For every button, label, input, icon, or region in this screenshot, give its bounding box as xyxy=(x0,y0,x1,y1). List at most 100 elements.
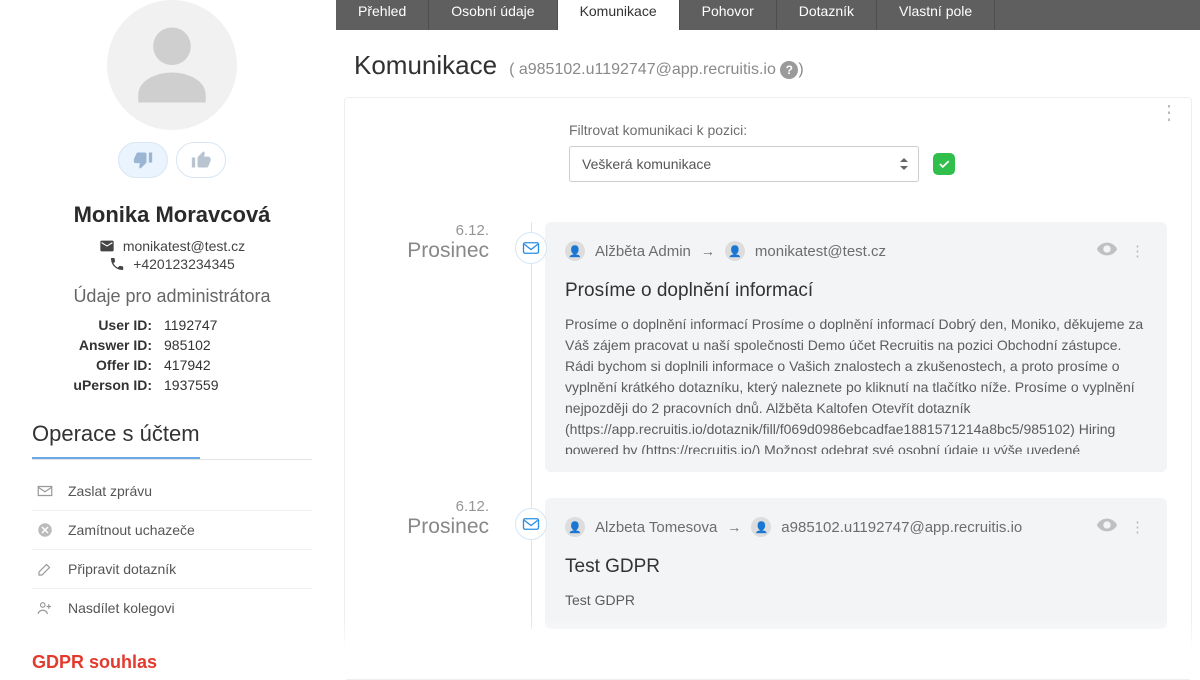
message-menu-button[interactable]: ⋮ xyxy=(1128,242,1147,260)
candidate-email: monikatest@test.cz xyxy=(123,238,245,254)
communication-card: ⋮ Filtrovat komunikaci k pozici: Veškerá… xyxy=(344,97,1192,680)
ops-title: Operace s účtem xyxy=(32,421,200,459)
offer-id-value: 417942 xyxy=(164,357,282,373)
filter-label: Filtrovat komunikaci k pozici: xyxy=(569,122,1167,138)
recipient-avatar-icon: 👤 xyxy=(725,241,745,261)
envelope-outline-icon xyxy=(36,482,54,500)
message-menu-button[interactable]: ⋮ xyxy=(1128,518,1147,536)
tab-custom[interactable]: Vlastní pole xyxy=(876,0,995,30)
thumbs-down-icon xyxy=(133,150,153,170)
message-visibility-button[interactable] xyxy=(1096,514,1118,540)
candidate-phone: +420123234345 xyxy=(133,256,235,272)
candidate-sidebar: Monika Moravcová monikatest@test.cz +420… xyxy=(32,0,312,627)
phone-icon xyxy=(109,256,125,272)
op-questionnaire-label: Připravit dotazník xyxy=(68,561,176,577)
timeline-badge xyxy=(515,232,547,264)
message-from: Alzbeta Tomesova xyxy=(595,519,717,536)
candidate-name: Monika Moravcová xyxy=(32,202,312,228)
tab-interview[interactable]: Pohovor xyxy=(679,0,776,30)
eye-icon xyxy=(1096,514,1118,536)
thumbs-up-button[interactable] xyxy=(176,142,226,178)
message-to: a985102.u1192747@app.recruitis.io xyxy=(781,519,1022,536)
message-from: Alžběta Admin xyxy=(595,243,691,260)
admin-ids: User ID: 1192747 Answer ID: 985102 Offer… xyxy=(32,317,312,393)
message-card: 👤 Alzbeta Tomesova → 👤 a985102.u1192747@… xyxy=(545,498,1167,629)
thumbs-down-button[interactable] xyxy=(118,142,168,178)
offer-id-label: Offer ID: xyxy=(62,357,152,373)
tabs-spacer xyxy=(995,0,1200,30)
message-visibility-button[interactable] xyxy=(1096,238,1118,264)
op-questionnaire[interactable]: Připravit dotazník xyxy=(32,550,312,589)
op-share[interactable]: Nasdílet kolegovi xyxy=(32,589,312,627)
edit-icon xyxy=(36,560,54,578)
timeline: 6.12. Prosinec 👤 Alžběta Admin → 👤 monik… xyxy=(369,222,1167,629)
timeline-date-month: Prosinec xyxy=(369,515,489,539)
avatar xyxy=(107,0,237,130)
admin-section-title: Údaje pro administrátora xyxy=(32,286,312,307)
help-icon[interactable]: ? xyxy=(780,61,798,79)
message-header: 👤 Alzbeta Tomesova → 👤 a985102.u1192747@… xyxy=(565,514,1147,540)
message-body: Test GDPR xyxy=(565,590,1147,611)
tab-communication[interactable]: Komunikace xyxy=(557,0,679,30)
message-to: monikatest@test.cz xyxy=(755,243,886,260)
reject-icon xyxy=(36,521,54,539)
page-subtitle: ( a985102.u1192747@app.recruitis.io ?) xyxy=(509,61,804,79)
timeline-date: 6.12. Prosinec xyxy=(369,222,489,263)
page-sub-prefix: ( xyxy=(509,61,519,78)
timeline-date-short: 6.12. xyxy=(369,498,489,515)
tab-overview[interactable]: Přehled xyxy=(336,0,428,30)
answer-id-label: Answer ID: xyxy=(62,337,152,353)
candidate-phone-row[interactable]: +420123234345 xyxy=(32,256,312,272)
timeline-date: 6.12. Prosinec xyxy=(369,498,489,539)
eye-icon xyxy=(1096,238,1118,260)
timeline-date-short: 6.12. xyxy=(369,222,489,239)
op-send-message-label: Zaslat zprávu xyxy=(68,483,152,499)
timeline-item: 6.12. Prosinec 👤 Alzbeta Tomesova → 👤 a9… xyxy=(545,498,1167,629)
filter-block: Filtrovat komunikaci k pozici: Veškerá k… xyxy=(569,122,1167,182)
sender-avatar-icon: 👤 xyxy=(565,241,585,261)
timeline-date-month: Prosinec xyxy=(369,239,489,263)
share-user-icon xyxy=(36,599,54,617)
filter-row: Veškerá komunikace xyxy=(569,146,1167,182)
sender-avatar-icon: 👤 xyxy=(565,517,585,537)
message-header: 👤 Alžběta Admin → 👤 monikatest@test.cz ⋮ xyxy=(565,238,1147,264)
user-id-label: User ID: xyxy=(62,317,152,333)
message-body: Prosíme o doplnění informací Prosíme o d… xyxy=(565,314,1147,454)
avatar-wrap xyxy=(32,0,312,130)
avatar-placeholder-icon xyxy=(127,20,217,110)
tab-questionnaire[interactable]: Dotazník xyxy=(776,0,876,30)
user-id-value: 1192747 xyxy=(164,317,282,333)
page-title: Komunikace xyxy=(354,50,497,81)
caret-down-icon xyxy=(900,166,908,170)
arrow-right-icon: → xyxy=(727,519,741,535)
op-reject-label: Zamítnout uchazeče xyxy=(68,522,195,538)
message-subject: Prosíme o doplnění informací xyxy=(565,280,1147,302)
mail-outline-icon xyxy=(522,241,540,255)
caret-up-icon xyxy=(900,158,908,162)
op-share-label: Nasdílet kolegovi xyxy=(68,600,175,616)
op-send-message[interactable]: Zaslat zprávu xyxy=(32,472,312,511)
filter-select[interactable]: Veškerá komunikace xyxy=(569,146,919,182)
thumbs-up-icon xyxy=(191,150,211,170)
mail-outline-icon xyxy=(522,517,540,531)
page-generated-email: a985102.u1192747@app.recruitis.io xyxy=(519,61,776,78)
candidate-email-row[interactable]: monikatest@test.cz xyxy=(32,238,312,254)
tab-strip: Přehled Osobní údaje Komunikace Pohovor … xyxy=(336,0,1200,30)
rating-row xyxy=(32,142,312,178)
card-menu-button[interactable]: ⋮ xyxy=(1159,110,1179,116)
gdpr-consent-label[interactable]: GDPR souhlas xyxy=(32,652,157,673)
message-subject: Test GDPR xyxy=(565,556,1147,578)
op-reject[interactable]: Zamítnout uchazeče xyxy=(32,511,312,550)
tab-personal[interactable]: Osobní údaje xyxy=(428,0,556,30)
timeline-item: 6.12. Prosinec 👤 Alžběta Admin → 👤 monik… xyxy=(545,222,1167,472)
page-sub-suffix: ) xyxy=(798,61,803,78)
arrow-right-icon: → xyxy=(701,243,715,259)
timeline-badge xyxy=(515,508,547,540)
answer-id-value: 985102 xyxy=(164,337,282,353)
recipient-avatar-icon: 👤 xyxy=(751,517,771,537)
main-area: Přehled Osobní údaje Komunikace Pohovor … xyxy=(336,0,1200,680)
ops-title-wrap: Operace s účtem xyxy=(32,393,312,460)
filter-select-value: Veškerá komunikace xyxy=(582,156,711,172)
filter-apply-button[interactable] xyxy=(933,153,955,175)
envelope-icon xyxy=(99,238,115,254)
